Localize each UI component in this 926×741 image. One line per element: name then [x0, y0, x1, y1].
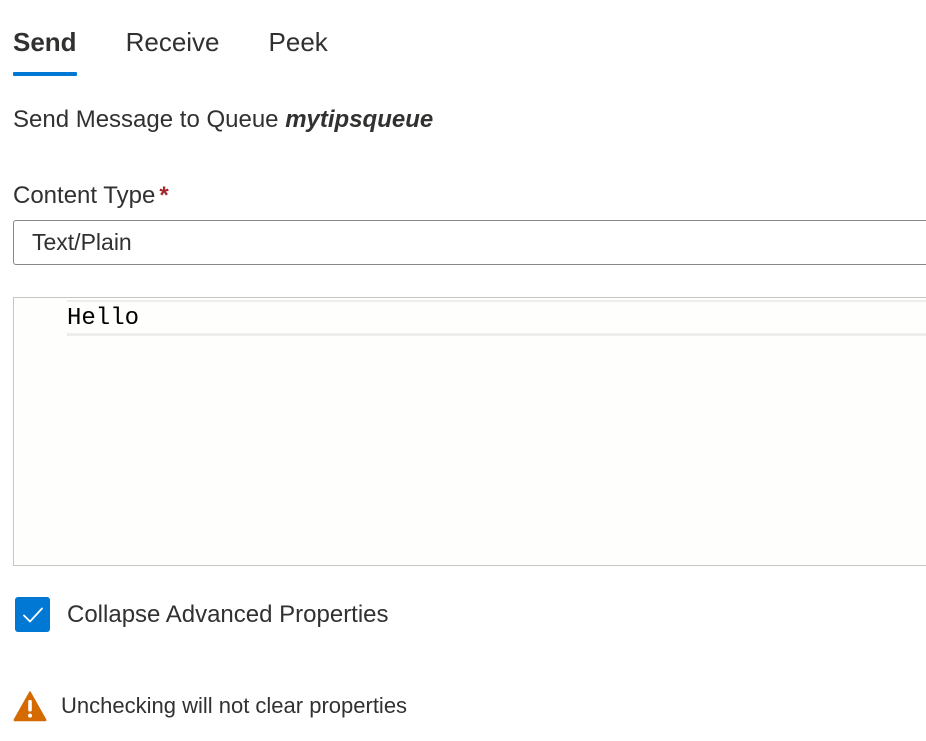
tab-send[interactable]: Send	[13, 22, 77, 76]
queue-name: mytipsqueue	[285, 106, 434, 133]
warning-icon	[13, 691, 47, 722]
send-heading: Send Message to Queue mytipsqueue	[13, 103, 433, 137]
content-type-value: Text/Plain	[32, 229, 132, 255]
tab-bar: Send Receive Peek	[13, 22, 377, 76]
content-type-dropdown[interactable]: Text/Plain	[13, 220, 926, 265]
content-type-label-text: Content Type	[13, 182, 156, 209]
required-marker: *	[159, 182, 169, 209]
editor-current-line	[67, 300, 926, 336]
send-message-panel: Send Receive Peek Send Message to Queue …	[0, 0, 926, 741]
checkmark-icon	[22, 607, 43, 622]
collapse-advanced-checkbox[interactable]	[15, 597, 50, 632]
send-heading-prefix: Send Message to Queue	[13, 106, 286, 133]
collapse-advanced-properties[interactable]: Collapse Advanced Properties	[15, 597, 389, 632]
tab-receive[interactable]: Receive	[126, 22, 220, 76]
warning-text: Unchecking will not clear properties	[61, 693, 408, 718]
collapse-advanced-label: Collapse Advanced Properties	[67, 600, 389, 628]
message-body-editor[interactable]: Hello	[13, 297, 926, 566]
content-type-label: Content Type *	[13, 179, 169, 213]
warning-message: Unchecking will not clear properties	[13, 689, 407, 723]
tab-peek[interactable]: Peek	[269, 22, 328, 76]
message-body-text: Hello	[67, 305, 140, 332]
